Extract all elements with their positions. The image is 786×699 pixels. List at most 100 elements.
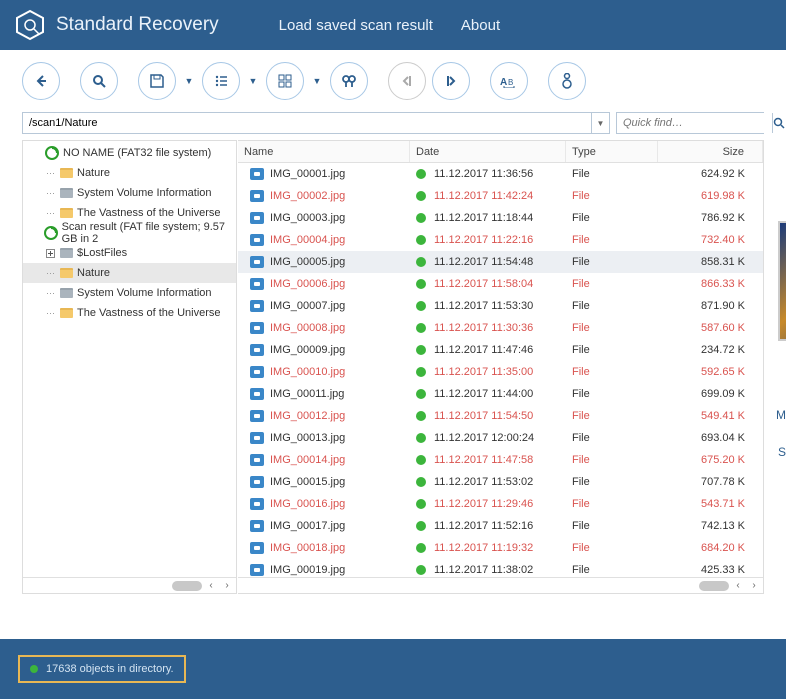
scrollbar-thumb[interactable] <box>172 581 202 591</box>
prev-button-disabled <box>388 62 426 100</box>
file-size: 549.41 K <box>658 410 763 422</box>
file-list-header: Name Date Type Size <box>238 141 763 163</box>
file-date: 11.12.2017 11:58:04 <box>434 278 533 290</box>
list-hscroll[interactable]: ‹ › <box>238 577 763 593</box>
tree-hscroll[interactable]: ‹ › <box>23 577 236 593</box>
save-dropdown[interactable]: ▼ <box>182 62 196 100</box>
list-options-button[interactable] <box>202 62 240 100</box>
sort-text-button[interactable]: AB <box>490 62 528 100</box>
file-type: File <box>566 234 658 246</box>
file-name: IMG_00002.jpg <box>270 190 345 202</box>
save-button[interactable] <box>138 62 176 100</box>
status-good-icon <box>416 565 426 575</box>
find-button[interactable] <box>330 62 368 100</box>
expander-icon[interactable]: ⋯ <box>45 308 55 319</box>
expander-icon[interactable]: ⋯ <box>45 168 55 179</box>
file-row[interactable]: IMG_00005.jpg11.12.2017 11:54:48File858.… <box>238 251 763 273</box>
next-button[interactable] <box>432 62 470 100</box>
col-header-type[interactable]: Type <box>566 141 658 162</box>
file-date: 11.12.2017 11:54:50 <box>434 410 533 422</box>
status-good-icon <box>416 279 426 289</box>
list-options-dropdown[interactable]: ▼ <box>246 62 260 100</box>
file-type: File <box>566 190 658 202</box>
file-row[interactable]: IMG_00007.jpg11.12.2017 11:53:30File871.… <box>238 295 763 317</box>
file-row[interactable]: IMG_00015.jpg11.12.2017 11:53:02File707.… <box>238 471 763 493</box>
file-name: IMG_00017.jpg <box>270 520 345 532</box>
scroll-right-icon[interactable]: › <box>220 580 234 592</box>
col-header-size[interactable]: Size <box>658 141 763 162</box>
logo-icon <box>14 9 46 41</box>
side-hint-s: S <box>778 445 786 459</box>
file-row[interactable]: IMG_00018.jpg11.12.2017 11:19:32File684.… <box>238 537 763 559</box>
file-row[interactable]: IMG_00009.jpg11.12.2017 11:47:46File234.… <box>238 339 763 361</box>
file-row[interactable]: IMG_00016.jpg11.12.2017 11:29:46File543.… <box>238 493 763 515</box>
file-row[interactable]: IMG_00017.jpg11.12.2017 11:52:16File742.… <box>238 515 763 537</box>
file-row[interactable]: IMG_00011.jpg11.12.2017 11:44:00File699.… <box>238 383 763 405</box>
tree-item[interactable]: ⋯ The Vastness of the Universe <box>23 303 236 323</box>
file-size: 425.33 K <box>658 564 763 576</box>
file-row[interactable]: IMG_00010.jpg11.12.2017 11:35:00File592.… <box>238 361 763 383</box>
file-type: File <box>566 212 658 224</box>
file-size: 858.31 K <box>658 256 763 268</box>
tree-item[interactable]: $LostFiles <box>23 243 236 263</box>
tree-item-label: The Vastness of the Universe <box>77 307 220 319</box>
col-header-name[interactable]: Name <box>238 141 410 162</box>
nav-load-result[interactable]: Load saved scan result <box>279 17 433 34</box>
file-name: IMG_00001.jpg <box>270 168 345 180</box>
file-row[interactable]: IMG_00008.jpg11.12.2017 11:30:36File587.… <box>238 317 763 339</box>
tree-item[interactable]: ⋯Nature <box>23 263 236 283</box>
scroll-left-icon[interactable]: ‹ <box>731 580 745 592</box>
nav-about[interactable]: About <box>461 17 500 34</box>
status-good-icon <box>416 543 426 553</box>
expander-icon[interactable]: ⋯ <box>45 288 55 299</box>
expander-icon[interactable]: ⋯ <box>45 208 55 219</box>
file-row[interactable]: IMG_00002.jpg11.12.2017 11:42:24File619.… <box>238 185 763 207</box>
app-title: Standard Recovery <box>56 14 219 36</box>
path-dropdown[interactable]: ▼ <box>591 113 609 133</box>
view-grid-button[interactable] <box>266 62 304 100</box>
file-row[interactable]: IMG_00004.jpg11.12.2017 11:22:16File732.… <box>238 229 763 251</box>
quick-find-button[interactable] <box>772 113 785 133</box>
expander-icon[interactable] <box>45 249 55 258</box>
svg-text:B: B <box>508 78 513 87</box>
tree-item[interactable]: ⋯System Volume Information <box>23 183 236 203</box>
scroll-left-icon[interactable]: ‹ <box>204 580 218 592</box>
status-dot-icon <box>30 665 38 673</box>
file-row[interactable]: IMG_00012.jpg11.12.2017 11:54:50File549.… <box>238 405 763 427</box>
col-header-date[interactable]: Date <box>410 141 566 162</box>
app-header: Standard Recovery Load saved scan result… <box>0 0 786 50</box>
quick-find-input[interactable] <box>617 113 772 133</box>
tree-item[interactable]: Scan result (FAT file system; 9.57 GB in… <box>23 223 236 243</box>
tree-item-label: System Volume Information <box>77 287 212 299</box>
file-size: 871.90 K <box>658 300 763 312</box>
tree-item[interactable]: ⋯The Vastness of the Universe <box>23 203 236 223</box>
image-file-icon <box>250 410 264 422</box>
scrollbar-thumb[interactable] <box>699 581 729 591</box>
expander-icon[interactable]: ⋯ <box>45 188 55 199</box>
file-row[interactable]: IMG_00003.jpg11.12.2017 11:18:44File786.… <box>238 207 763 229</box>
file-size: 707.78 K <box>658 476 763 488</box>
path-input[interactable] <box>23 113 591 133</box>
info-button[interactable] <box>548 62 586 100</box>
tree-item[interactable]: ⋯Nature <box>23 163 236 183</box>
tree-item-label: Scan result (FAT file system; 9.57 GB in… <box>62 221 236 245</box>
file-row[interactable]: IMG_00014.jpg11.12.2017 11:47:58File675.… <box>238 449 763 471</box>
file-row[interactable]: IMG_00019.jpg11.12.2017 11:38:02File425.… <box>238 559 763 577</box>
file-name: IMG_00009.jpg <box>270 344 345 356</box>
back-button[interactable] <box>22 62 60 100</box>
tree-item[interactable]: NO NAME (FAT32 file system) <box>23 143 236 163</box>
scroll-right-icon[interactable]: › <box>747 580 761 592</box>
folder-icon <box>59 246 73 260</box>
status-good-icon <box>416 213 426 223</box>
expander-icon[interactable]: ⋯ <box>45 268 55 279</box>
folder-tree: NO NAME (FAT32 file system)⋯Nature⋯Syste… <box>22 140 237 594</box>
file-date: 11.12.2017 11:47:46 <box>434 344 533 356</box>
folder-icon <box>59 186 73 200</box>
file-row[interactable]: IMG_00006.jpg11.12.2017 11:58:04File866.… <box>238 273 763 295</box>
file-row[interactable]: IMG_00013.jpg11.12.2017 12:00:24File693.… <box>238 427 763 449</box>
file-row[interactable]: IMG_00001.jpg11.12.2017 11:36:56File624.… <box>238 163 763 185</box>
search-button[interactable] <box>80 62 118 100</box>
tree-item[interactable]: ⋯ System Volume Information <box>23 283 236 303</box>
view-dropdown[interactable]: ▼ <box>310 62 324 100</box>
status-good-icon <box>416 455 426 465</box>
